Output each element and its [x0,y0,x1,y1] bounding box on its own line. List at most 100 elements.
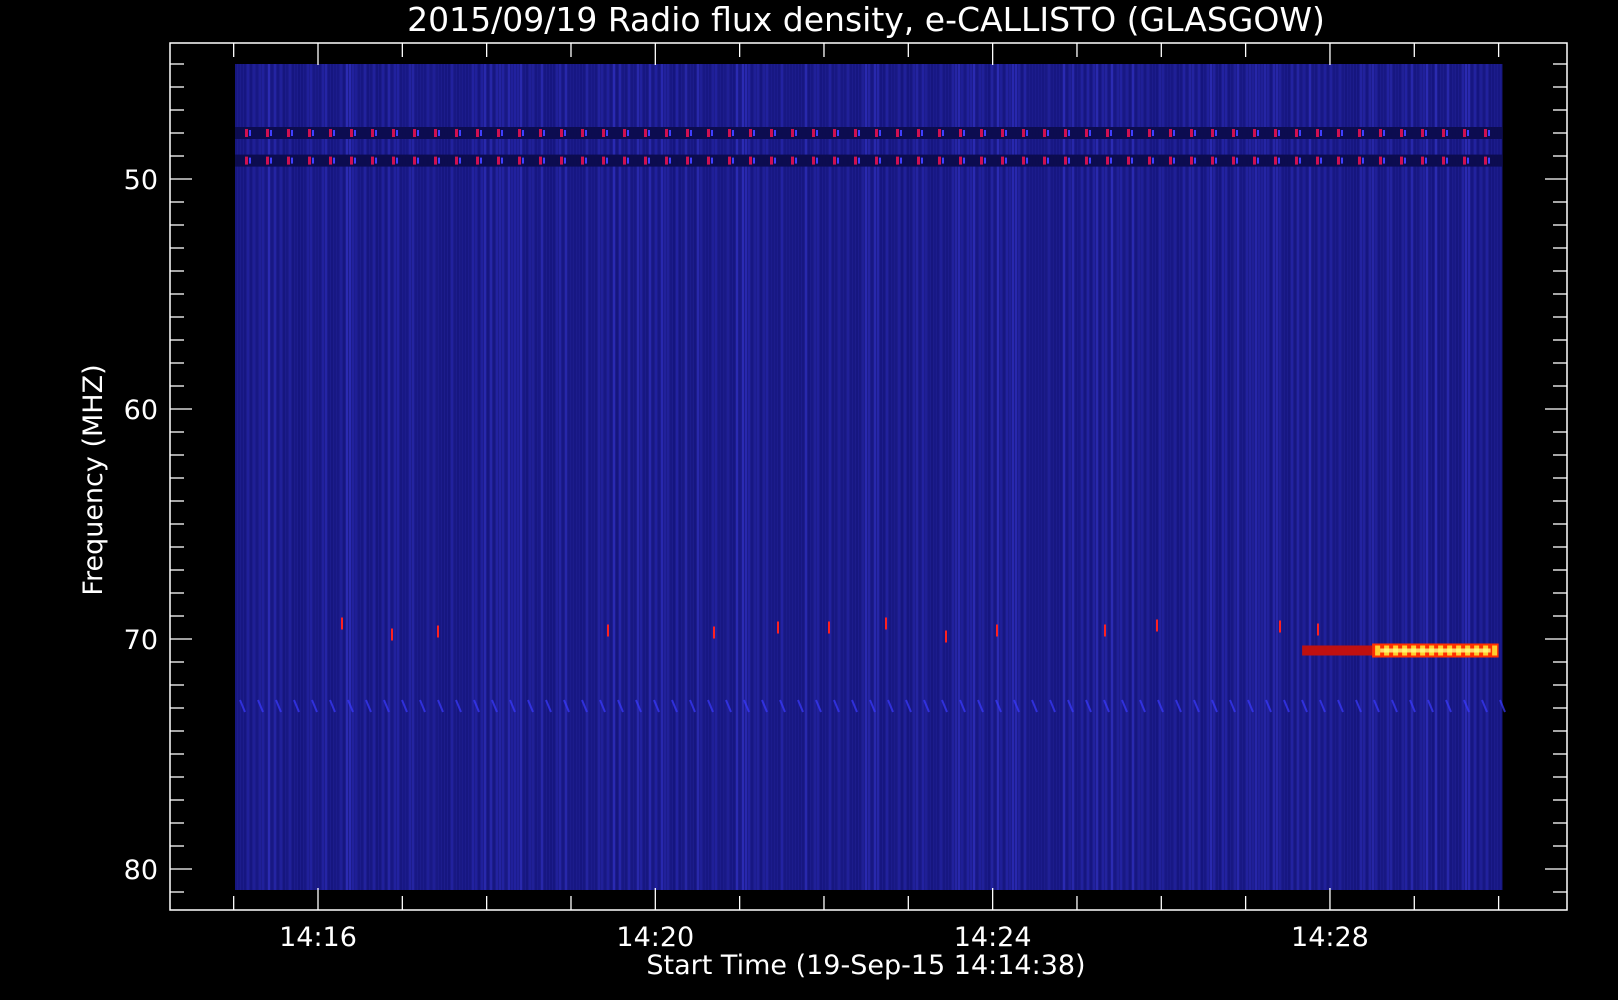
interference-dot [1337,156,1340,165]
interference-dot [854,129,857,137]
noise-column [1393,64,1395,890]
interference-dot [354,130,356,136]
interference-dot [669,157,671,164]
noise-column [1225,64,1227,890]
interference-dot [896,156,899,165]
interference-dot [1211,156,1214,165]
noise-column [1309,64,1311,890]
interference-dot [392,156,395,165]
noise-column [325,64,327,890]
interference-dot [1421,129,1424,137]
noise-column [892,64,894,890]
interference-dot [1257,157,1259,164]
noise-column [457,64,459,890]
noise-column [1435,64,1437,890]
feature-strong-emission [1302,643,1499,658]
interference-dot [1379,156,1382,165]
noise-column [667,64,669,890]
noise-column [883,64,885,890]
noise-column [1396,64,1398,890]
noise-column [1153,64,1155,890]
x-tick-label: 14:20 [616,922,694,953]
noise-column [1042,64,1044,890]
interference-dot [1148,156,1151,165]
noise-column [280,64,282,890]
noise-column [385,64,387,890]
noise-column [1087,64,1089,890]
interference-dot [585,157,587,164]
noise-column [826,64,828,890]
interference-dot [1278,130,1280,136]
noise-column [634,64,636,890]
noise-column [727,64,729,890]
noise-column [502,64,504,890]
interference-dot [1446,157,1448,164]
noise-column [1444,64,1446,890]
interference-dot [816,130,818,136]
noise-column [1144,64,1146,890]
interference-dot [665,156,668,165]
interference-dot [1215,157,1217,164]
noise-column [919,64,921,890]
interference-dot [963,130,965,136]
noise-column [415,64,417,890]
interference-dot [329,129,332,137]
interference-dot [1068,130,1070,136]
noise-column [397,64,399,890]
noise-column [388,64,390,890]
noise-column [1411,64,1413,890]
noise-column [742,64,744,890]
noise-column [1402,64,1404,890]
interference-dot [497,156,500,165]
interference-dot [707,156,710,165]
noise-column [1159,64,1161,890]
noise-column [847,64,849,890]
noise-column [1168,64,1170,890]
noise-column [1246,64,1248,890]
interference-dot [1299,157,1301,164]
noise-column [1351,64,1353,890]
noise-column [1264,64,1266,890]
interference-dot [900,157,902,164]
burst-mark [885,617,887,630]
noise-column [313,64,315,890]
interference-dot [1043,129,1046,137]
noise-column [724,64,726,890]
noise-column [613,64,615,890]
noise-column [778,64,780,890]
interference-dot [266,156,269,165]
noise-column [943,64,945,890]
noise-column [616,64,618,890]
interference-dot [1358,156,1361,165]
noise-column [562,64,564,890]
interference-dot [774,130,776,136]
noise-column [1234,64,1236,890]
interference-dot [1421,156,1424,165]
interference-dot [1232,156,1235,165]
noise-column [781,64,783,890]
interference-dot [711,130,713,136]
interference-dot [917,156,920,165]
interference-dot [375,130,377,136]
noise-column [595,64,597,890]
interference-dot [1232,129,1235,137]
interference-dot [1295,156,1298,165]
noise-column [799,64,801,890]
noise-column [328,64,330,890]
noise-column [901,64,903,890]
noise-column [1075,64,1077,890]
noise-column [1300,64,1302,890]
noise-column [736,64,738,890]
noise-column [1228,64,1230,890]
interference-dot [791,129,794,137]
noise-column [1417,64,1419,890]
interference-dot [837,130,839,136]
burst-mark [341,617,343,630]
interference-dot [1089,157,1091,164]
noise-column [367,64,369,890]
interference-dot [270,157,272,164]
noise-column [265,64,267,890]
noise-column [514,64,516,890]
noise-column [1399,64,1401,890]
noise-column [511,64,513,890]
